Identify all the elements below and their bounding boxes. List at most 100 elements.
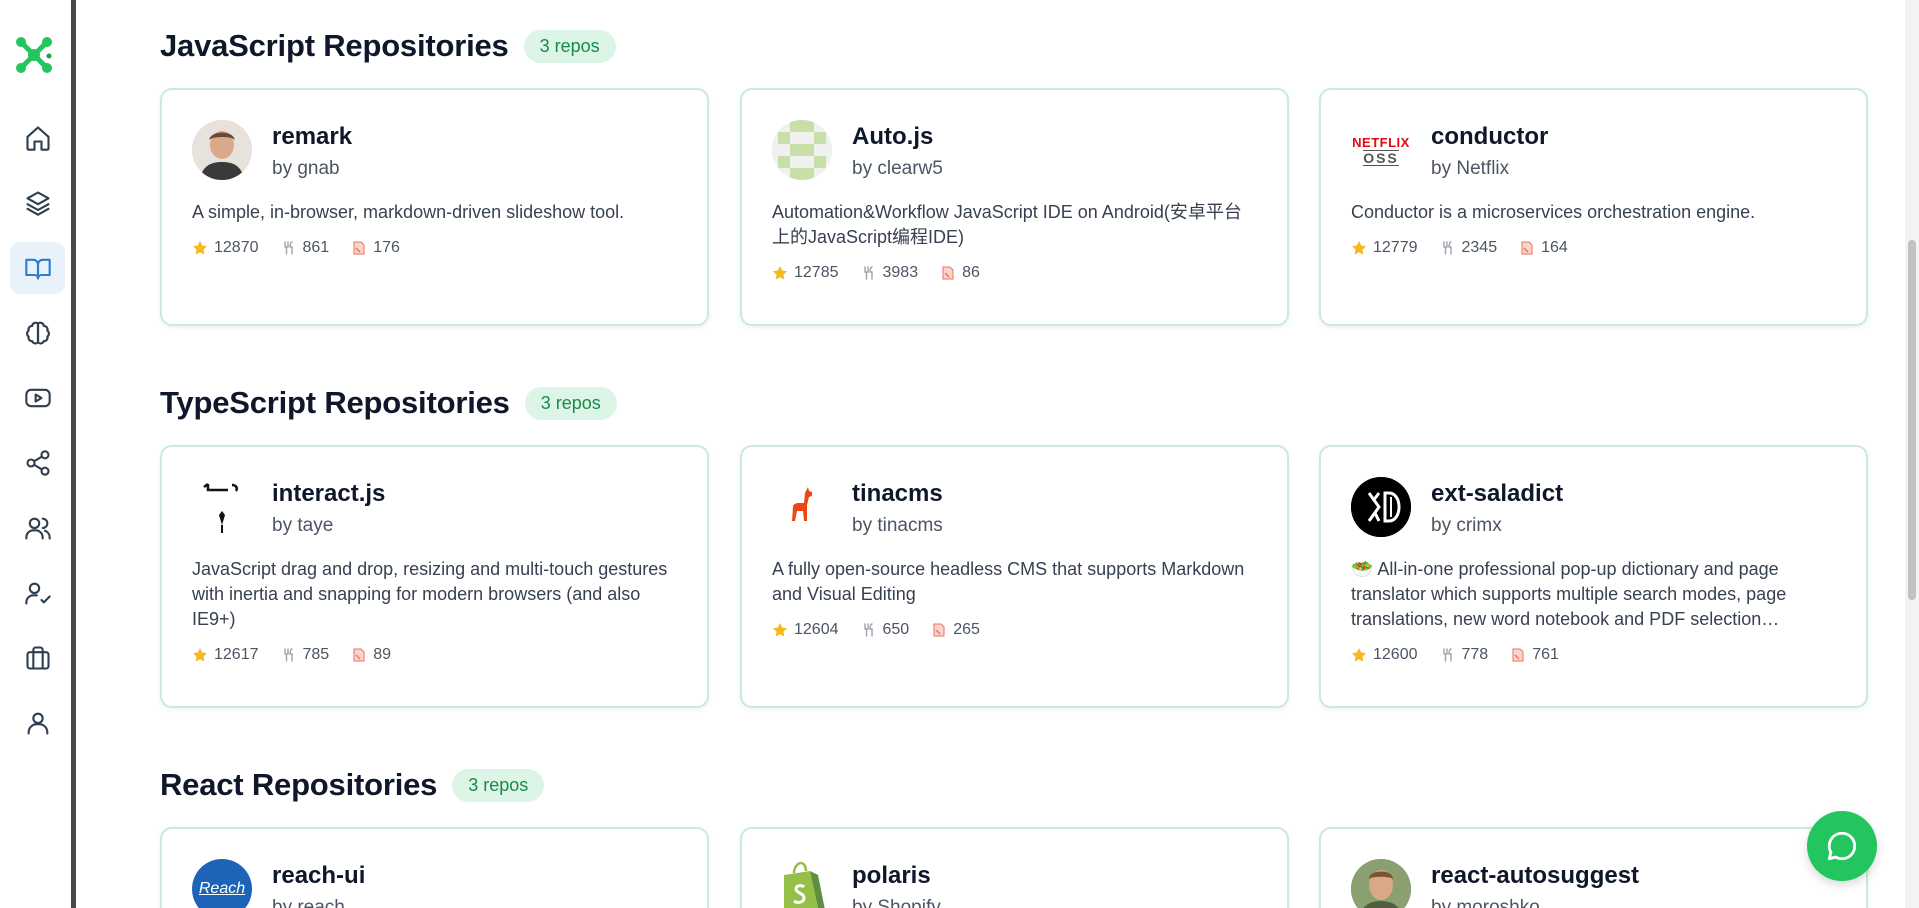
avatar [1351,859,1411,908]
forks-count: 650 [882,621,910,638]
nav-community[interactable] [10,502,65,554]
repo-name[interactable]: Auto.js [852,122,943,152]
forks-count: 2345 [1461,239,1498,256]
reach-logo-text: Reach [198,880,246,897]
repo-owner: by clearw5 [852,158,943,179]
stars-count: 12785 [794,264,839,281]
share-icon [25,450,50,476]
nav-videos[interactable] [10,372,65,424]
repo-stats: 12870 861 176 [192,239,677,257]
chat-button[interactable] [1807,811,1877,881]
repo-stats: 12600 778 761 [1351,646,1836,664]
issues-count: 265 [953,621,980,638]
section-title: JavaScript Repositories [160,28,509,63]
briefcase-icon [25,646,50,670]
nav-share[interactable] [10,437,65,489]
repo-card-conductor[interactable]: NETFLIX OSS conductor by Netflix Conduct… [1319,88,1868,326]
page-scrollbar[interactable] [1905,0,1919,908]
avatar [772,477,832,537]
repo-card-polaris[interactable]: polaris by Shopify [740,827,1289,908]
star-icon [773,623,787,637]
netflix-logo-text: NETFLIX [1352,134,1410,150]
forks-count: 785 [302,646,330,663]
users-icon [24,517,51,540]
fork-icon [863,266,873,280]
forks-count: 3983 [882,264,919,281]
nav-mentors[interactable] [10,567,65,619]
avatar [192,120,252,180]
stars-stat: 12870 [192,239,259,257]
repo-stats: 12617 785 89 [192,646,677,664]
repo-description: 🥗 All-in-one professional pop-up diction… [1351,559,1787,629]
repo-name[interactable]: conductor [1431,122,1548,152]
repo-description: A fully open-source headless CMS that su… [772,559,1245,604]
oss-logo-text: OSS [1363,149,1399,166]
video-play-icon [24,388,51,408]
repo-owner: by gnab [272,158,340,179]
stars-count: 12600 [1373,646,1418,663]
repo-name[interactable]: polaris [852,861,941,891]
brain-icon [25,321,50,345]
repo-name[interactable]: react-autosuggest [1431,861,1639,891]
avatar [192,477,252,537]
stars-stat: 12617 [192,646,259,664]
repo-description: Automation&Workflow JavaScript IDE on An… [772,202,1242,247]
repo-name[interactable]: remark [272,122,352,152]
stars-stat: 12785 [772,264,839,282]
repo-stats: 12785 3983 86 [772,264,1257,282]
star-icon [1352,241,1366,255]
forks-stat: 3983 [861,264,919,282]
stars-count: 12617 [214,646,259,663]
nav-brain[interactable] [10,307,65,359]
nav-library[interactable] [10,242,65,294]
forks-stat: 861 [281,239,330,257]
scrollbar-thumb[interactable] [1908,240,1916,600]
app-logo-icon[interactable] [13,34,55,76]
forks-stat: 785 [281,646,330,664]
forks-count: 861 [302,239,330,256]
stars-stat: 12779 [1351,239,1418,257]
shopify-bag-icon [784,861,825,908]
section-header-javascript: JavaScript Repositories 3 repos [160,28,616,64]
repo-card-autojs[interactable]: Auto.js by clearw5 Automation&Workflow J… [740,88,1289,326]
repo-card-tinacms[interactable]: tinacms by tinacms A fully open-source h… [740,445,1289,708]
issues-stat: 89 [351,646,391,664]
sidebar [0,0,76,908]
star-icon [193,648,207,662]
user-check-icon [24,582,51,605]
repo-name[interactable]: tinacms [852,479,943,509]
issue-icon [1521,241,1533,255]
repo-owner: by Shopify [852,897,941,908]
fork-icon [283,241,293,255]
repo-card-react-autosuggest[interactable]: react-autosuggest by moroshko [1319,827,1868,908]
repo-name[interactable]: ext-saladict [1431,479,1563,509]
fork-icon [283,648,293,662]
section-title: TypeScript Repositories [160,385,510,420]
repo-card-interactjs[interactable]: interact.js by taye JavaScript drag and … [160,445,709,708]
avatar: NETFLIX OSS [1351,120,1411,180]
forks-stat: 778 [1440,646,1488,664]
issues-count: 164 [1541,239,1568,256]
issue-icon [942,266,954,280]
repo-stats: 12779 2345 164 [1351,239,1836,257]
repo-owner: by Netflix [1431,158,1510,179]
fork-icon [1442,241,1452,255]
repo-card-remark[interactable]: remark by gnab A simple, in-browser, mar… [160,88,709,326]
repo-description: JavaScript drag and drop, resizing and m… [192,559,668,629]
nav-home[interactable] [10,112,65,164]
repo-name[interactable]: interact.js [272,479,385,509]
issues-count: 761 [1532,646,1559,663]
nav-profile[interactable] [10,697,65,749]
repo-card-ext-saladict[interactable]: ext-saladict by crimx 🥗 All-in-one profe… [1319,445,1868,708]
issues-count: 89 [373,646,391,663]
nav-courses[interactable] [10,177,65,229]
repo-card-reach-ui[interactable]: Reach reach-ui by reach [160,827,709,908]
repo-name[interactable]: reach-ui [272,861,365,891]
nav-careers[interactable] [10,632,65,684]
open-book-icon [24,258,51,280]
repo-owner: by taye [272,515,334,536]
issues-stat: 176 [351,239,400,257]
stars-stat: 12600 [1351,646,1418,664]
issues-count: 176 [373,239,400,256]
issues-stat: 761 [1510,646,1559,664]
